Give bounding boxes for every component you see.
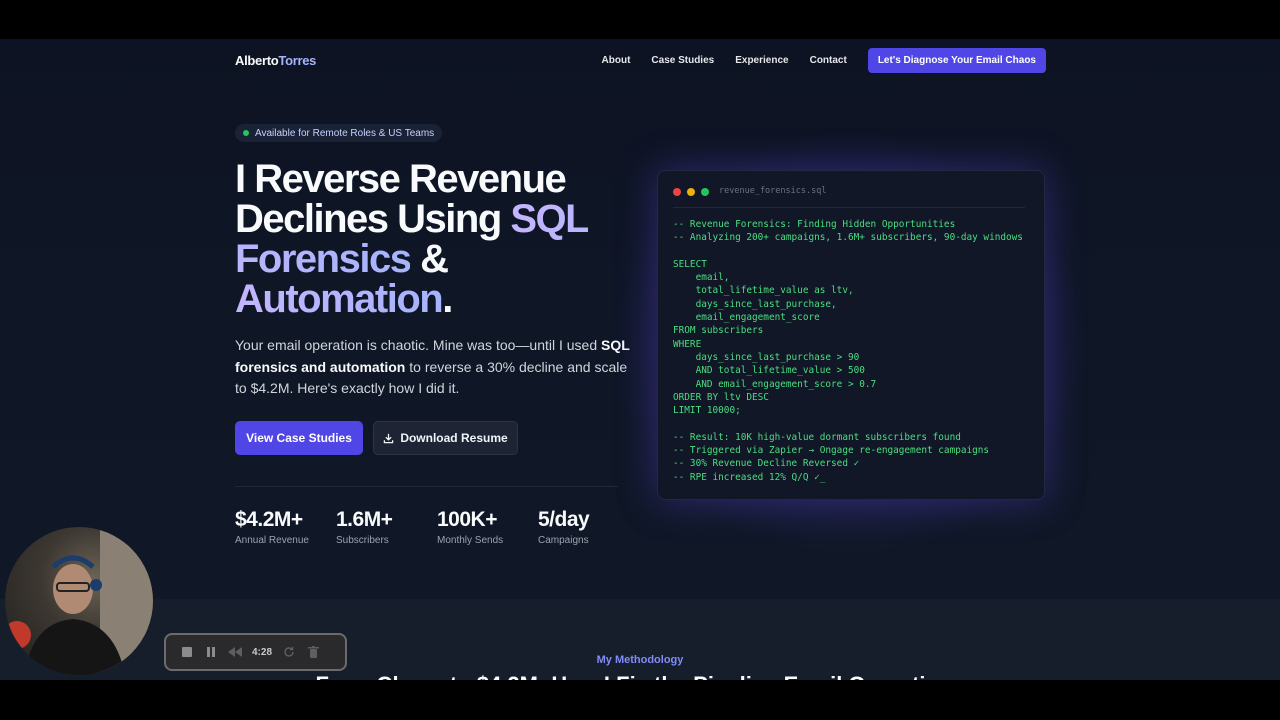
code-header-divider	[673, 207, 1025, 208]
webcam-overlay	[5, 527, 153, 675]
stat-revenue: $4.2M+ Annual Revenue	[235, 508, 336, 547]
methodology-title: From Chaos to $4.2M: How I Fix the Pipel…	[0, 672, 1280, 680]
code-window: revenue_forensics.sql -- Revenue Forensi…	[657, 170, 1045, 500]
stat-subscribers: 1.6M+ Subscribers	[336, 508, 437, 547]
stats-divider	[235, 486, 618, 487]
logo-last-name: Torres	[278, 52, 317, 68]
hero-subtitle: Your email operation is chaotic. Mine wa…	[235, 335, 630, 400]
subtitle-part-1: Your email operation is chaotic. Mine wa…	[235, 337, 602, 353]
hero-headline: I Reverse Revenue Declines Using SQL For…	[235, 159, 655, 319]
stats-row: $4.2M+ Annual Revenue 1.6M+ Subscribers …	[235, 508, 639, 547]
download-icon	[384, 433, 394, 443]
headline-highlight-automation: Automation	[235, 277, 444, 321]
nav-link-experience[interactable]: Experience	[735, 55, 788, 66]
headline-part-2: &	[410, 237, 449, 281]
code-filename: revenue_forensics.sql	[719, 186, 827, 196]
webcam-person-image	[5, 527, 153, 675]
stat-sends: 100K+ Monthly Sends	[437, 508, 538, 547]
download-resume-button[interactable]: Download Resume	[373, 421, 518, 455]
stat-value: $4.2M+	[235, 508, 303, 531]
sql-code-block: -- Revenue Forensics: Finding Hidden Opp…	[673, 219, 1023, 483]
nav-link-case-studies[interactable]: Case Studies	[651, 55, 714, 66]
close-dot-icon	[673, 188, 681, 196]
maximize-dot-icon	[701, 188, 709, 196]
diagnose-cta-button[interactable]: Let's Diagnose Your Email Chaos	[867, 47, 1046, 73]
restart-icon[interactable]	[282, 645, 296, 659]
screen-recorder-toolbar: 4:28	[164, 633, 347, 671]
stat-value: 100K+	[437, 508, 497, 531]
trash-icon[interactable]	[306, 645, 320, 659]
window-controls	[673, 188, 709, 196]
minimize-dot-icon	[687, 188, 695, 196]
nav-link-contact[interactable]: Contact	[810, 55, 847, 66]
stat-label: Subscribers	[336, 535, 389, 546]
nav-links: About Case Studies Experience Contact Le…	[602, 47, 1046, 73]
nav-link-about[interactable]: About	[602, 55, 631, 66]
site-logo[interactable]: AlbertoTorres	[235, 53, 316, 68]
logo-first-name: Alberto	[235, 52, 279, 68]
stat-value: 1.6M+	[336, 508, 393, 531]
rewind-icon[interactable]	[228, 645, 242, 659]
top-nav: AlbertoTorres About Case Studies Experie…	[235, 47, 1046, 73]
pause-icon[interactable]	[204, 645, 218, 659]
recording-time: 4:28	[252, 646, 273, 658]
headline-period: .	[442, 277, 453, 321]
availability-text: Available for Remote Roles & US Teams	[255, 127, 435, 139]
stop-icon[interactable]	[180, 645, 194, 659]
page-viewport: AlbertoTorres About Case Studies Experie…	[0, 39, 1280, 680]
availability-badge: Available for Remote Roles & US Teams	[235, 124, 443, 142]
status-dot-icon	[243, 130, 249, 136]
stat-label: Monthly Sends	[437, 535, 504, 546]
download-resume-label: Download Resume	[400, 431, 508, 445]
view-case-studies-button[interactable]: View Case Studies	[235, 421, 363, 455]
stat-label: Annual Revenue	[235, 535, 309, 546]
